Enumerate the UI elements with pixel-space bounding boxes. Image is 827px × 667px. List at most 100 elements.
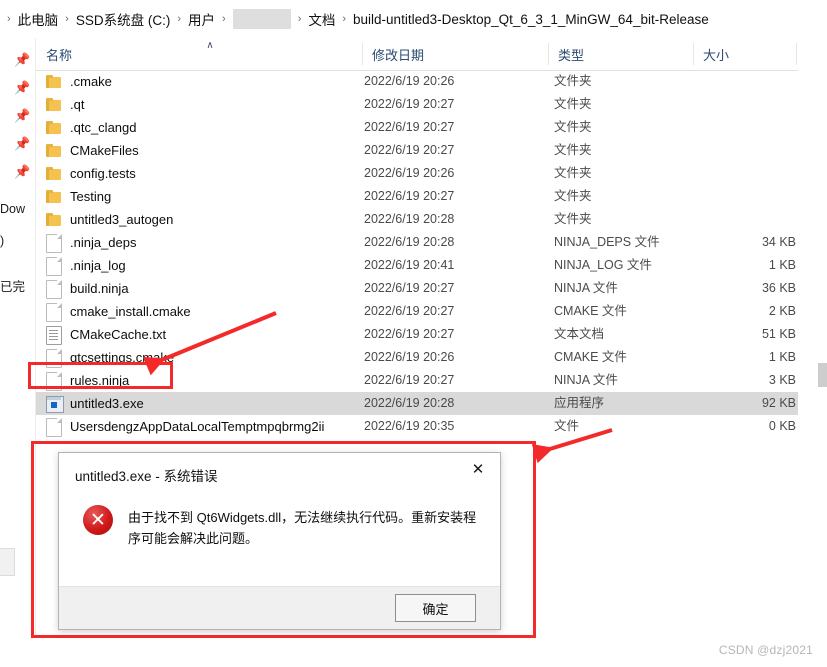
file-list: .cmake 2022/6/19 20:26 文件夹 .qt 2022/6/19 20:… — [36, 70, 798, 437]
file-name-cell: .ninja_deps — [70, 235, 137, 250]
file-size-cell: 51 KB — [761, 327, 796, 341]
file-type-cell: 文件夹 — [554, 212, 592, 226]
file-name-cell: config.tests — [70, 166, 136, 181]
breadcrumb-item-this-pc[interactable]: 此电脑 — [18, 9, 59, 29]
file-type-cell: NINJA 文件 — [554, 281, 618, 295]
file-row[interactable]: .ninja_log 2022/6/19 20:41 NINJA_LOG 文件 1 K… — [36, 254, 798, 277]
file-name-cell: .ninja_log — [70, 258, 126, 273]
column-header-name[interactable]: 名称 — [46, 38, 72, 70]
file-row[interactable]: config.tests 2022/6/19 20:26 文件夹 — [36, 162, 798, 185]
file-row[interactable]: rules.ninja 2022/6/19 20:27 NINJA 文件 3 KB — [36, 369, 798, 392]
file-size-cell — [666, 70, 796, 93]
folder-icon — [46, 188, 63, 205]
file-type-cell: 文件夹 — [554, 143, 592, 157]
file-date-cell: 2022/6/19 20:27 — [364, 304, 455, 318]
column-divider[interactable] — [693, 43, 694, 65]
breadcrumb[interactable]: › 此电脑 › SSD系统盘 (C:) › 用户 › › 文档 › build-… — [0, 0, 827, 38]
dialog-message: 由于找不到 Qt6Widgets.dll，无法继续执行代码。重新安装程序可能会解… — [128, 510, 477, 546]
pin-icon: 📌 — [14, 108, 31, 123]
rail-fragment-downloads[interactable]: Dow — [0, 202, 25, 216]
breadcrumb-separator: › — [65, 13, 69, 25]
ok-button[interactable]: 确定 — [395, 594, 476, 622]
file-date-cell: 2022/6/19 20:35 — [364, 419, 455, 433]
column-divider[interactable] — [548, 43, 549, 65]
file-type-cell: 文件夹 — [554, 120, 592, 134]
file-date-cell: 2022/6/19 20:27 — [364, 189, 455, 203]
file-date-cell: 2022/6/19 20:27 — [364, 281, 455, 295]
file-size-cell: 36 KB — [761, 281, 796, 295]
file-row[interactable]: .ninja_deps 2022/6/19 20:28 NINJA_DEPS 文件 3… — [36, 231, 798, 254]
error-icon: ✕ — [83, 505, 113, 535]
file-row[interactable]: build.ninja 2022/6/19 20:27 NINJA 文件 36 KB — [36, 277, 798, 300]
file-explorer-window: › 此电脑 › SSD系统盘 (C:) › 用户 › › 文档 › build-… — [0, 0, 827, 667]
file-date-cell: 2022/6/19 20:26 — [364, 166, 455, 180]
file-row[interactable]: qtcsettings.cmake 2022/6/19 20:26 CMAKE 文件… — [36, 346, 798, 369]
file-date-cell: 2022/6/19 20:28 — [364, 235, 455, 249]
file-type-cell: 文件 — [554, 419, 580, 433]
file-row[interactable]: Testing 2022/6/19 20:27 文件夹 — [36, 185, 798, 208]
file-row[interactable]: .qt 2022/6/19 20:27 文件夹 — [36, 93, 798, 116]
file-name-cell: qtcsettings.cmake — [70, 350, 175, 365]
file-row[interactable]: CMakeCache.txt 2022/6/19 20:27 文本文档 51 KB — [36, 323, 798, 346]
breadcrumb-separator: › — [7, 13, 11, 25]
file-size-cell: 0 KB — [768, 419, 796, 433]
file-name-cell: build.ninja — [70, 281, 129, 296]
file-row[interactable]: .cmake 2022/6/19 20:26 文件夹 — [36, 70, 798, 93]
file-type-cell: 应用程序 — [554, 396, 605, 410]
file-type-cell: NINJA_DEPS 文件 — [554, 235, 660, 249]
breadcrumb-item-username-redacted[interactable] — [232, 9, 291, 29]
rail-fragment-completed[interactable]: 已完 — [0, 276, 25, 295]
file-date-cell: 2022/6/19 20:27 — [364, 143, 455, 157]
file-row[interactable]: UsersdengzAppDataLocalTemptmpqbrmg2ii 202… — [36, 415, 798, 438]
column-header-date-modified[interactable]: 修改日期 — [372, 38, 424, 70]
breadcrumb-item-documents[interactable]: 文档 — [308, 9, 335, 29]
folder-icon — [46, 119, 63, 136]
file-row[interactable]: untitled3.exe 2022/6/19 20:28 应用程序 92 KB — [36, 392, 798, 415]
file-date-cell: 2022/6/19 20:41 — [364, 258, 455, 272]
file-type-cell: 文件夹 — [554, 189, 592, 203]
system-error-dialog: untitled3.exe - 系统错误 ✕ ✕ 由于找不到 Qt6Widget… — [58, 452, 501, 630]
file-size-cell — [666, 93, 796, 116]
file-name-cell: UsersdengzAppDataLocalTemptmpqbrmg2ii — [70, 419, 325, 434]
file-type-cell: 文本文档 — [554, 327, 605, 341]
close-icon[interactable]: ✕ — [456, 453, 500, 485]
breadcrumb-item-current-folder[interactable]: build-untitled3-Desktop_Qt_6_3_1_MinGW_6… — [353, 12, 709, 27]
pin-icon: 📌 — [14, 80, 31, 95]
dialog-titlebar[interactable]: untitled3.exe - 系统错误 ✕ — [59, 453, 500, 493]
file-name-cell: untitled3_autogen — [70, 212, 174, 227]
file-name-cell: CMakeCache.txt — [70, 327, 167, 342]
folder-icon — [46, 73, 63, 90]
file-size-cell: 1 KB — [768, 350, 796, 364]
file-name-cell: Testing — [70, 189, 112, 204]
file-row[interactable]: .qtc_clangd 2022/6/19 20:27 文件夹 — [36, 116, 798, 139]
breadcrumb-item-users[interactable]: 用户 — [188, 9, 215, 29]
file-size-cell — [666, 139, 796, 162]
file-date-cell: 2022/6/19 20:26 — [364, 350, 455, 364]
rail-fragment-paren[interactable]: ) — [0, 234, 4, 248]
file-size-cell — [666, 162, 796, 185]
column-header-type[interactable]: 类型 — [558, 38, 584, 70]
file-size-cell: 92 KB — [761, 396, 796, 410]
breadcrumb-item-system-drive[interactable]: SSD系统盘 (C:) — [76, 9, 171, 29]
file-icon — [46, 257, 63, 276]
file-row[interactable]: CMakeFiles 2022/6/19 20:27 文件夹 — [36, 139, 798, 162]
file-type-cell: NINJA 文件 — [554, 373, 618, 387]
scrollbar-thumb[interactable] — [818, 363, 827, 387]
breadcrumb-separator: › — [297, 13, 302, 25]
column-header-size[interactable]: 大小 — [703, 38, 729, 70]
column-header-row: 名称 ∧ 修改日期 类型 大小 — [36, 38, 798, 71]
dialog-body: ✕ 由于找不到 Qt6Widgets.dll，无法继续执行代码。重新安装程序可能… — [59, 493, 500, 588]
file-row[interactable]: cmake_install.cmake 2022/6/19 20:27 CMAKE … — [36, 300, 798, 323]
breadcrumb-separator: › — [222, 13, 226, 25]
column-divider[interactable] — [362, 43, 363, 65]
file-name-cell: .cmake — [70, 74, 112, 89]
file-size-cell: 34 KB — [761, 235, 796, 249]
file-type-cell: NINJA_LOG 文件 — [554, 258, 652, 272]
file-date-cell: 2022/6/19 20:28 — [364, 396, 455, 410]
column-divider[interactable] — [796, 43, 797, 65]
file-type-cell: 文件夹 — [554, 97, 592, 111]
file-row[interactable]: untitled3_autogen 2022/6/19 20:28 文件夹 — [36, 208, 798, 231]
file-date-cell: 2022/6/19 20:27 — [364, 327, 455, 341]
application-icon — [46, 395, 64, 413]
file-size-cell: 1 KB — [768, 258, 796, 272]
